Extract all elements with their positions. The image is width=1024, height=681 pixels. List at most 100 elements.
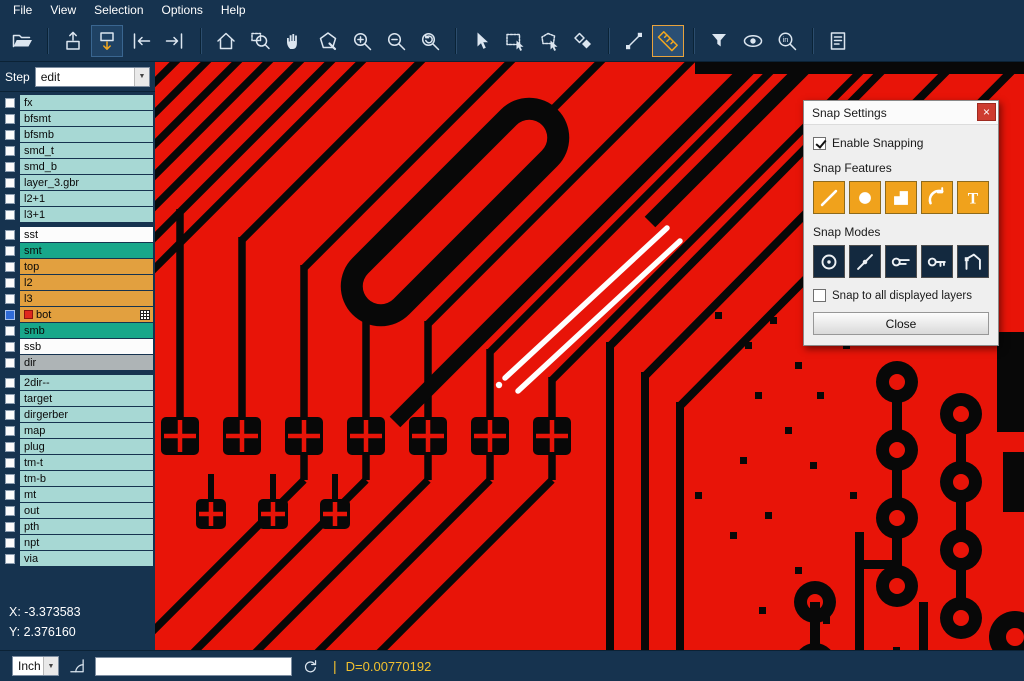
layer-row-l2[interactable]: l2 (0, 275, 155, 290)
menu-item-options[interactable]: Options (153, 1, 212, 19)
menu-item-help[interactable]: Help (212, 1, 255, 19)
refresh-icon[interactable] (301, 657, 319, 675)
menu-item-file[interactable]: File (4, 1, 41, 19)
snap-edge-icon[interactable] (885, 245, 917, 278)
dialog-titlebar[interactable]: Snap Settings × (804, 101, 998, 125)
unit-dropdown[interactable]: Inch ▼ (12, 656, 59, 676)
layer-visibility-checkbox[interactable] (5, 442, 15, 452)
layer-row-l3[interactable]: l3 (0, 291, 155, 306)
layer-visibility-checkbox[interactable] (5, 394, 15, 404)
layer-visibility-checkbox[interactable] (5, 262, 15, 272)
ruler-icon[interactable] (652, 25, 684, 57)
snap-arc-icon[interactable] (921, 181, 953, 214)
layer-visibility-checkbox[interactable] (5, 98, 15, 108)
layer-visibility-checkbox[interactable] (5, 358, 15, 368)
layer-visibility-checkbox[interactable] (5, 490, 15, 500)
polygon-zoom-icon[interactable] (312, 25, 344, 57)
select-cursor-icon[interactable] (465, 25, 497, 57)
layer-visibility-checkbox[interactable] (5, 326, 15, 336)
layer-row-smb[interactable]: smb (0, 323, 155, 338)
import-left-icon[interactable] (125, 25, 157, 57)
snap-surface-icon[interactable] (885, 181, 917, 214)
layer-visibility-checkbox[interactable] (5, 378, 15, 388)
close-button[interactable]: Close (813, 312, 989, 335)
layer-row-l3+1[interactable]: l3+1 (0, 207, 155, 222)
layer-visibility-checkbox[interactable] (5, 538, 15, 548)
layer-row-tm-t[interactable]: tm-t (0, 455, 155, 470)
layer-visibility-checkbox[interactable] (5, 162, 15, 172)
layer-row-mt[interactable]: mt (0, 487, 155, 502)
layer-row-smt[interactable]: smt (0, 243, 155, 258)
layer-visibility-checkbox[interactable] (5, 410, 15, 420)
snap-pad-icon[interactable] (849, 181, 881, 214)
layer-row-bot[interactable]: bot (0, 307, 155, 322)
eye-icon[interactable] (737, 25, 769, 57)
layer-visibility-checkbox[interactable] (5, 146, 15, 156)
layer-row-bfsmt[interactable]: bfsmt (0, 111, 155, 126)
layer-row-target[interactable]: target (0, 391, 155, 406)
layer-visibility-checkbox[interactable] (5, 522, 15, 532)
layer-row-smd_t[interactable]: smd_t (0, 143, 155, 158)
grid-icon[interactable] (140, 310, 150, 320)
filter-icon[interactable] (703, 25, 735, 57)
layer-row-pth[interactable]: pth (0, 519, 155, 534)
layer-visibility-checkbox[interactable] (5, 506, 15, 516)
layer-row-via[interactable]: via (0, 551, 155, 566)
layer-visibility-checkbox[interactable] (5, 278, 15, 288)
layer-row-fx[interactable]: fx (0, 95, 155, 110)
layer-row-ssb[interactable]: ssb (0, 339, 155, 354)
layer-row-map[interactable]: map (0, 423, 155, 438)
layer-visibility-checkbox[interactable] (5, 554, 15, 564)
layer-row-layer_3.gbr[interactable]: layer_3.gbr (0, 175, 155, 190)
home-icon[interactable] (210, 25, 242, 57)
zoom-window-icon[interactable] (244, 25, 276, 57)
layer-row-bfsmb[interactable]: bfsmb (0, 127, 155, 142)
layer-visibility-checkbox[interactable] (5, 426, 15, 436)
export-right-icon[interactable] (159, 25, 191, 57)
zoom-in-icon[interactable] (346, 25, 378, 57)
snap-vertex-icon[interactable] (957, 245, 989, 278)
layer-visibility-checkbox[interactable] (5, 130, 15, 140)
open-folder-icon[interactable] (6, 25, 38, 57)
layer-visibility-checkbox[interactable] (5, 474, 15, 484)
snap-center-icon[interactable] (813, 245, 845, 278)
export-up-icon[interactable] (57, 25, 89, 57)
snap-all-layers-checkbox[interactable]: Snap to all displayed layers (813, 289, 989, 302)
snap-text-icon[interactable]: T (957, 181, 989, 214)
layer-visibility-checkbox[interactable] (5, 210, 15, 220)
layer-visibility-checkbox[interactable] (5, 194, 15, 204)
snap-line-icon[interactable] (813, 181, 845, 214)
select-same-icon[interactable] (567, 25, 599, 57)
pan-hand-icon[interactable] (278, 25, 310, 57)
angle-icon[interactable] (68, 657, 86, 675)
layer-row-top[interactable]: top (0, 259, 155, 274)
layer-visibility-checkbox[interactable] (5, 310, 15, 320)
select-poly-icon[interactable] (533, 25, 565, 57)
find-in-icon[interactable]: in (771, 25, 803, 57)
pcb-canvas[interactable]: Snap Settings × Enable Snapping Snap Fea… (155, 62, 1024, 650)
layer-row-dir[interactable]: dir (0, 355, 155, 370)
select-rect-icon[interactable] (499, 25, 531, 57)
layer-visibility-checkbox[interactable] (5, 294, 15, 304)
menu-item-selection[interactable]: Selection (85, 1, 152, 19)
layer-visibility-checkbox[interactable] (5, 114, 15, 124)
menu-item-view[interactable]: View (41, 1, 85, 19)
import-down-icon[interactable] (91, 25, 123, 57)
step-dropdown[interactable]: edit ▼ (35, 67, 150, 87)
report-icon[interactable] (822, 25, 854, 57)
layer-visibility-checkbox[interactable] (5, 458, 15, 468)
layer-row-l2+1[interactable]: l2+1 (0, 191, 155, 206)
layer-visibility-checkbox[interactable] (5, 246, 15, 256)
zoom-out-icon[interactable] (380, 25, 412, 57)
layer-row-npt[interactable]: npt (0, 535, 155, 550)
layer-row-2dir--[interactable]: 2dir-- (0, 375, 155, 390)
layer-row-dirgerber[interactable]: dirgerber (0, 407, 155, 422)
snap-point-icon[interactable] (849, 245, 881, 278)
zoom-reset-icon[interactable] (414, 25, 446, 57)
command-input[interactable] (95, 657, 292, 676)
close-icon[interactable]: × (977, 103, 996, 121)
measure-line-icon[interactable] (618, 25, 650, 57)
snap-key-icon[interactable] (921, 245, 953, 278)
layer-visibility-checkbox[interactable] (5, 178, 15, 188)
layer-visibility-checkbox[interactable] (5, 230, 15, 240)
